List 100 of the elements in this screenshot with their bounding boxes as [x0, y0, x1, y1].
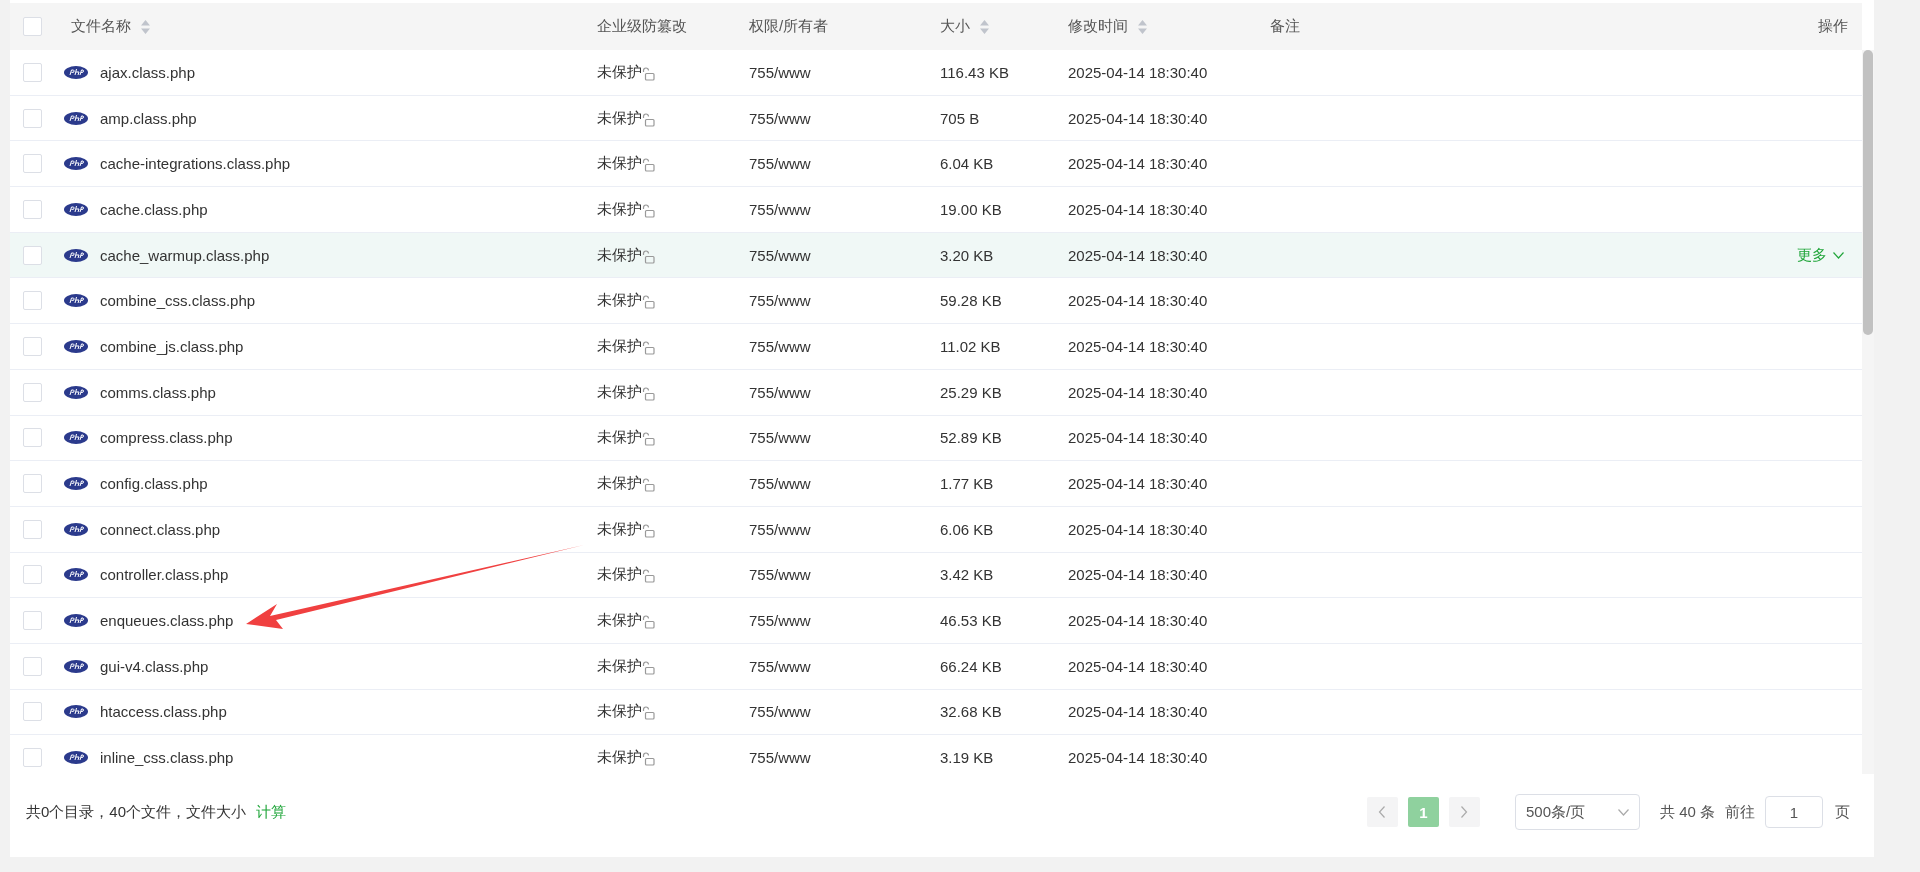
file-row[interactable]: inline_css.class.php 未保护 755/www 3.19 KB 2025-04-14 18:30:40 [10, 735, 1862, 774]
row-checkbox[interactable] [23, 428, 42, 448]
next-page-button[interactable] [1448, 797, 1480, 827]
row-checkbox[interactable] [23, 108, 42, 128]
protection-status: 未保护 [597, 382, 642, 402]
row-checkbox[interactable] [23, 336, 42, 356]
protection-status: 未保护 [597, 245, 642, 265]
scrollbar[interactable] [1862, 50, 1874, 774]
file-row[interactable]: compress.class.php 未保护 755/www 52.89 KB 2025-04-14 18:30:40 [10, 415, 1862, 462]
row-checkbox[interactable] [23, 611, 42, 631]
row-checkbox[interactable] [23, 199, 42, 219]
permission-owner: 755/www [749, 63, 812, 81]
protection-status: 未保护 [597, 62, 642, 82]
file-name[interactable]: amp.class.php [100, 109, 597, 127]
php-file-icon [64, 248, 88, 262]
file-name[interactable]: cache.class.php [100, 200, 597, 218]
protection-status: 未保护 [597, 565, 642, 585]
unlocked-padlock-icon[interactable] [642, 203, 655, 218]
file-name[interactable]: gui-v4.class.php [100, 657, 597, 675]
file-row[interactable]: combine_js.class.php 未保护 755/www 11.02 KB 2025-04-14 18:30:40 [10, 324, 1862, 370]
page-size-select[interactable]: 500条/页 [1514, 794, 1640, 830]
unlocked-padlock-icon[interactable] [642, 752, 655, 767]
file-name[interactable]: enqueues.class.php [100, 612, 597, 630]
file-size: 3.20 KB [940, 246, 995, 264]
file-row[interactable]: config.class.php 未保护 755/www 1.77 KB 2025-04-14 18:30:40 [10, 461, 1862, 507]
unlocked-padlock-icon[interactable] [642, 478, 655, 493]
row-checkbox[interactable] [23, 748, 42, 768]
row-checkbox[interactable] [23, 245, 42, 265]
file-row[interactable]: cache-integrations.class.php 未保护 755/www 6.04 KB 2025-04-14 18:30:40 [10, 141, 1862, 188]
unlocked-padlock-icon[interactable] [642, 706, 655, 721]
protection-status: 未保护 [597, 154, 642, 174]
php-file-icon [64, 751, 88, 765]
unlocked-padlock-icon[interactable] [642, 66, 655, 81]
file-row[interactable]: gui-v4.class.php 未保护 755/www 66.24 KB 2025-04-14 18:30:40 [10, 643, 1862, 690]
file-row[interactable]: comms.class.php 未保护 755/www 25.29 KB 2025-04-14 18:30:40 [10, 369, 1862, 416]
permission-owner: 755/www [749, 429, 812, 447]
unlocked-padlock-icon[interactable] [642, 295, 655, 310]
sort-icon[interactable] [980, 19, 989, 34]
unlocked-padlock-icon[interactable] [642, 432, 655, 447]
page-number-field[interactable]: 1 [1765, 796, 1823, 828]
protection-status: 未保护 [597, 748, 642, 768]
file-name[interactable]: combine_css.class.php [100, 292, 597, 310]
row-checkbox[interactable] [23, 382, 42, 402]
file-name[interactable]: compress.class.php [100, 429, 597, 447]
unlocked-padlock-icon[interactable] [642, 340, 655, 355]
sort-icon[interactable] [141, 19, 150, 34]
permission-owner: 755/www [749, 292, 812, 310]
unlocked-padlock-icon[interactable] [642, 660, 655, 675]
row-checkbox[interactable] [23, 656, 42, 676]
permission-owner: 755/www [749, 246, 812, 264]
chevron-left-icon [1378, 806, 1387, 818]
file-name[interactable]: htaccess.class.php [100, 703, 597, 721]
file-row[interactable]: amp.class.php 未保护 755/www 705 B 2025-04-14 18:30:40 [10, 95, 1862, 142]
row-checkbox[interactable] [23, 62, 42, 82]
unlocked-padlock-icon[interactable] [642, 569, 655, 584]
unlocked-padlock-icon[interactable] [642, 523, 655, 538]
row-checkbox[interactable] [23, 474, 42, 494]
file-row[interactable]: combine_css.class.php 未保护 755/www 59.28 KB 2025-04-14 18:30:40 [10, 278, 1862, 325]
row-checkbox[interactable] [23, 702, 42, 722]
unlocked-padlock-icon[interactable] [642, 249, 655, 264]
file-name[interactable]: ajax.class.php [100, 63, 597, 81]
file-row[interactable]: connect.class.php 未保护 755/www 6.06 KB 2025-04-14 18:30:40 [10, 506, 1862, 553]
unlocked-padlock-icon[interactable] [642, 158, 655, 173]
column-header: 权限/所有者 [749, 17, 829, 36]
row-checkbox[interactable] [23, 519, 42, 539]
column-header: 修改时间 [1068, 17, 1128, 36]
unlocked-padlock-icon[interactable] [642, 615, 655, 630]
file-name[interactable]: connect.class.php [100, 520, 597, 538]
php-file-icon [64, 659, 88, 673]
permission-owner: 755/www [749, 155, 812, 173]
unlocked-padlock-icon[interactable] [642, 386, 655, 401]
file-name[interactable]: controller.class.php [100, 566, 597, 584]
select-all-checkbox[interactable] [23, 17, 42, 36]
file-name[interactable]: combine_js.class.php [100, 337, 597, 355]
file-row[interactable]: htaccess.class.php 未保护 755/www 32.68 KB 2025-04-14 18:30:40 [10, 689, 1862, 736]
file-size: 705 B [940, 109, 981, 127]
file-name[interactable]: config.class.php [100, 475, 597, 493]
file-name[interactable]: cache-integrations.class.php [100, 155, 597, 173]
permission-owner: 755/www [749, 749, 812, 767]
file-name[interactable]: inline_css.class.php [100, 749, 597, 767]
column-header: 文件名称 [71, 17, 131, 36]
row-checkbox[interactable] [23, 565, 42, 585]
file-row[interactable]: cache.class.php 未保护 755/www 19.00 KB 2025-04-14 18:30:40 [10, 187, 1862, 233]
unlocked-padlock-icon[interactable] [642, 112, 655, 127]
row-checkbox[interactable] [23, 154, 42, 174]
file-name[interactable]: cache_warmup.class.php [100, 246, 597, 264]
file-name[interactable]: comms.class.php [100, 383, 597, 401]
row-checkbox[interactable] [23, 291, 42, 311]
php-file-icon [64, 614, 88, 628]
scrollbar-thumb[interactable] [1863, 50, 1873, 335]
permission-owner: 755/www [749, 475, 812, 493]
php-file-icon [64, 111, 88, 125]
previous-page-button[interactable] [1366, 797, 1398, 827]
file-row[interactable]: cache_warmup.class.php 未保护 755/www 3.20 KB 2025-04-14 18:30:40 更多 [10, 232, 1862, 279]
page-unit-label: 页 [1835, 802, 1850, 822]
sort-icon[interactable] [1138, 19, 1147, 34]
modified-time: 2025-04-14 18:30:40 [1068, 429, 1209, 447]
file-row[interactable]: ajax.class.php 未保护 755/www 116.43 KB 2025-04-14 18:30:40 [10, 50, 1862, 96]
protection-status: 未保护 [597, 428, 642, 448]
column-header: 操作 [1818, 17, 1848, 36]
